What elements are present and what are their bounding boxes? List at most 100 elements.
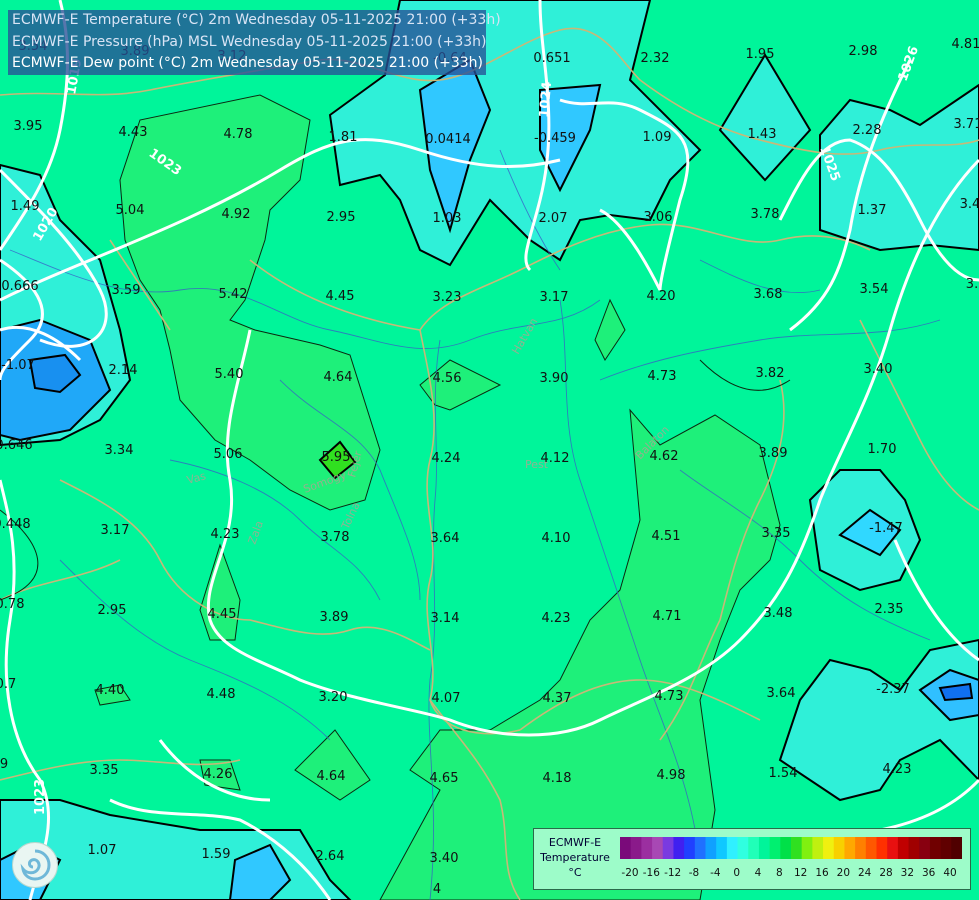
- legend-tick-label: 12: [793, 867, 808, 879]
- temperature-value: -0.459: [534, 131, 576, 146]
- temperature-value: 3.90: [540, 371, 569, 386]
- legend-swatch: [620, 837, 632, 859]
- temperature-value: 1.37: [858, 203, 887, 218]
- legend-tick-label: -12: [664, 867, 682, 879]
- legend-swatch: [630, 837, 642, 859]
- temperature-value: 4.81: [952, 37, 979, 52]
- temperature-value: 4.73: [648, 369, 677, 384]
- logo-icon: [12, 842, 58, 888]
- temperature-value: 5.95: [322, 450, 351, 465]
- legend-swatch: [652, 837, 664, 859]
- temperature-value: 3.59: [112, 283, 141, 298]
- temperature-value: 3.64: [767, 686, 796, 701]
- temperature-value: 3.34: [105, 443, 134, 458]
- legend-swatch: [769, 837, 781, 859]
- legend-swatch: [673, 837, 685, 859]
- temperature-value: 3.20: [319, 690, 348, 705]
- temperature-value: 4.73: [655, 689, 684, 704]
- temperature-value: 0.7: [0, 677, 16, 692]
- temperature-value: 4.23: [211, 527, 240, 542]
- temperature-value: 4.23: [883, 762, 912, 777]
- temperature-value: 4.51: [652, 529, 681, 544]
- temperature-value: 4.56: [433, 371, 462, 386]
- map-canvas: 1026 1025 1024 1023 1020 1019 1023 Hatva…: [0, 0, 979, 900]
- temperature-value: 4.45: [208, 607, 237, 622]
- temperature-value: -1.47: [869, 521, 903, 536]
- temperature-value: 1.03: [433, 211, 462, 226]
- temperature-value: 2.98: [849, 44, 878, 59]
- temperature-value: 4.45: [326, 289, 355, 304]
- legend-ticks: -20 -16 -12 -8 -4 0 4 8 12 16 20 24 28 32 36 40: [614, 867, 966, 881]
- temperature-value: 3.40: [430, 851, 459, 866]
- temperature-value: 1.59: [202, 847, 231, 862]
- legend-swatch: [662, 837, 674, 859]
- temperature-value: 9: [0, 757, 8, 772]
- temperature-value: 3.17: [540, 290, 569, 305]
- temperature-value: 4.64: [324, 370, 353, 385]
- temperature-value: 3.54: [860, 282, 889, 297]
- temperature-value: 1.81: [329, 130, 358, 145]
- temperature-value: 4.10: [542, 531, 571, 546]
- temperature-value: 3.35: [90, 763, 119, 778]
- cold-core-se: [938, 682, 974, 702]
- temperature-value: 0.646: [0, 438, 33, 453]
- legend-swatch: [716, 837, 728, 859]
- temperature-value: 0.666: [1, 279, 38, 294]
- temperature-value: 0.448: [0, 517, 31, 532]
- isobar-label: 1023: [33, 779, 48, 815]
- temperature-value: 4.64: [317, 769, 346, 784]
- legend-swatch: [694, 837, 706, 859]
- legend-swatch: [908, 837, 920, 859]
- temperature-value: 2.28: [853, 123, 882, 138]
- legend-swatch: [833, 837, 845, 859]
- temperature-value: 3.68: [754, 287, 783, 302]
- temperature-value: 2.14: [109, 363, 138, 378]
- temperature-value: 3.64: [431, 531, 460, 546]
- temperature-value: 3.89: [759, 446, 788, 461]
- legend-swatch: [726, 837, 739, 859]
- legend-tick-label: 20: [836, 867, 851, 879]
- temperature-value: 3.40: [864, 362, 893, 377]
- temperature-value: 4.26: [204, 767, 233, 782]
- temperature-value: 4.20: [647, 289, 676, 304]
- temperature-value: 1.07: [88, 843, 117, 858]
- legend-tick-label: 4: [754, 867, 762, 879]
- legend-swatch: [737, 837, 749, 859]
- legend-swatch: [641, 837, 653, 859]
- temperature-value: 0.0414: [425, 132, 471, 147]
- temperature-value: 4.07: [432, 691, 461, 706]
- legend-tick-label: 32: [900, 867, 915, 879]
- temperature-value: 1.54: [769, 766, 798, 781]
- legend-tick-label: -16: [642, 867, 660, 879]
- legend-swatch: [865, 837, 877, 859]
- legend-line1: ECMWF-E: [548, 836, 602, 849]
- legend-tick-label: 28: [879, 867, 893, 879]
- temperature-value: -1.07: [1, 358, 35, 373]
- temperature-value: 3.4: [960, 197, 979, 212]
- temperature-value: 4.62: [650, 449, 679, 464]
- temperature-value: 1.43: [748, 127, 777, 142]
- temperature-value: 3.89: [320, 610, 349, 625]
- pressure-title: ECMWF-E Pressure (hPa) MSL Wednesday 05-…: [12, 33, 487, 50]
- temperature-value: 2.95: [98, 603, 127, 618]
- temperature-value: 4.48: [207, 687, 236, 702]
- isobar-label: 1024: [537, 81, 555, 118]
- temperature-value: 4.12: [541, 451, 570, 466]
- temperature-value: 4: [433, 882, 441, 897]
- legend-swatch: [684, 837, 696, 859]
- weather-map: 1026 1025 1024 1023 1020 1019 1023 Hatva…: [0, 0, 979, 900]
- legend-tick-label: 16: [815, 867, 829, 879]
- legend-swatch: [940, 837, 952, 859]
- legend-unit: °C: [568, 866, 582, 879]
- dewpoint-title: ECMWF-E Dew point (°C) 2m Wednesday 05-1…: [12, 55, 483, 71]
- temperature-value: -2.37: [876, 682, 910, 697]
- temperature-value: 2.35: [875, 602, 904, 617]
- legend-tick-label: 0: [733, 867, 740, 879]
- temperature-value: 3.06: [644, 210, 673, 225]
- legend-swatch: [876, 837, 888, 859]
- legend-swatch: [919, 837, 931, 859]
- temperature-value: 4.37: [543, 691, 572, 706]
- legend-tick-label: -4: [710, 867, 721, 879]
- legend-color-bar: [620, 837, 962, 859]
- legend-swatch: [801, 837, 813, 859]
